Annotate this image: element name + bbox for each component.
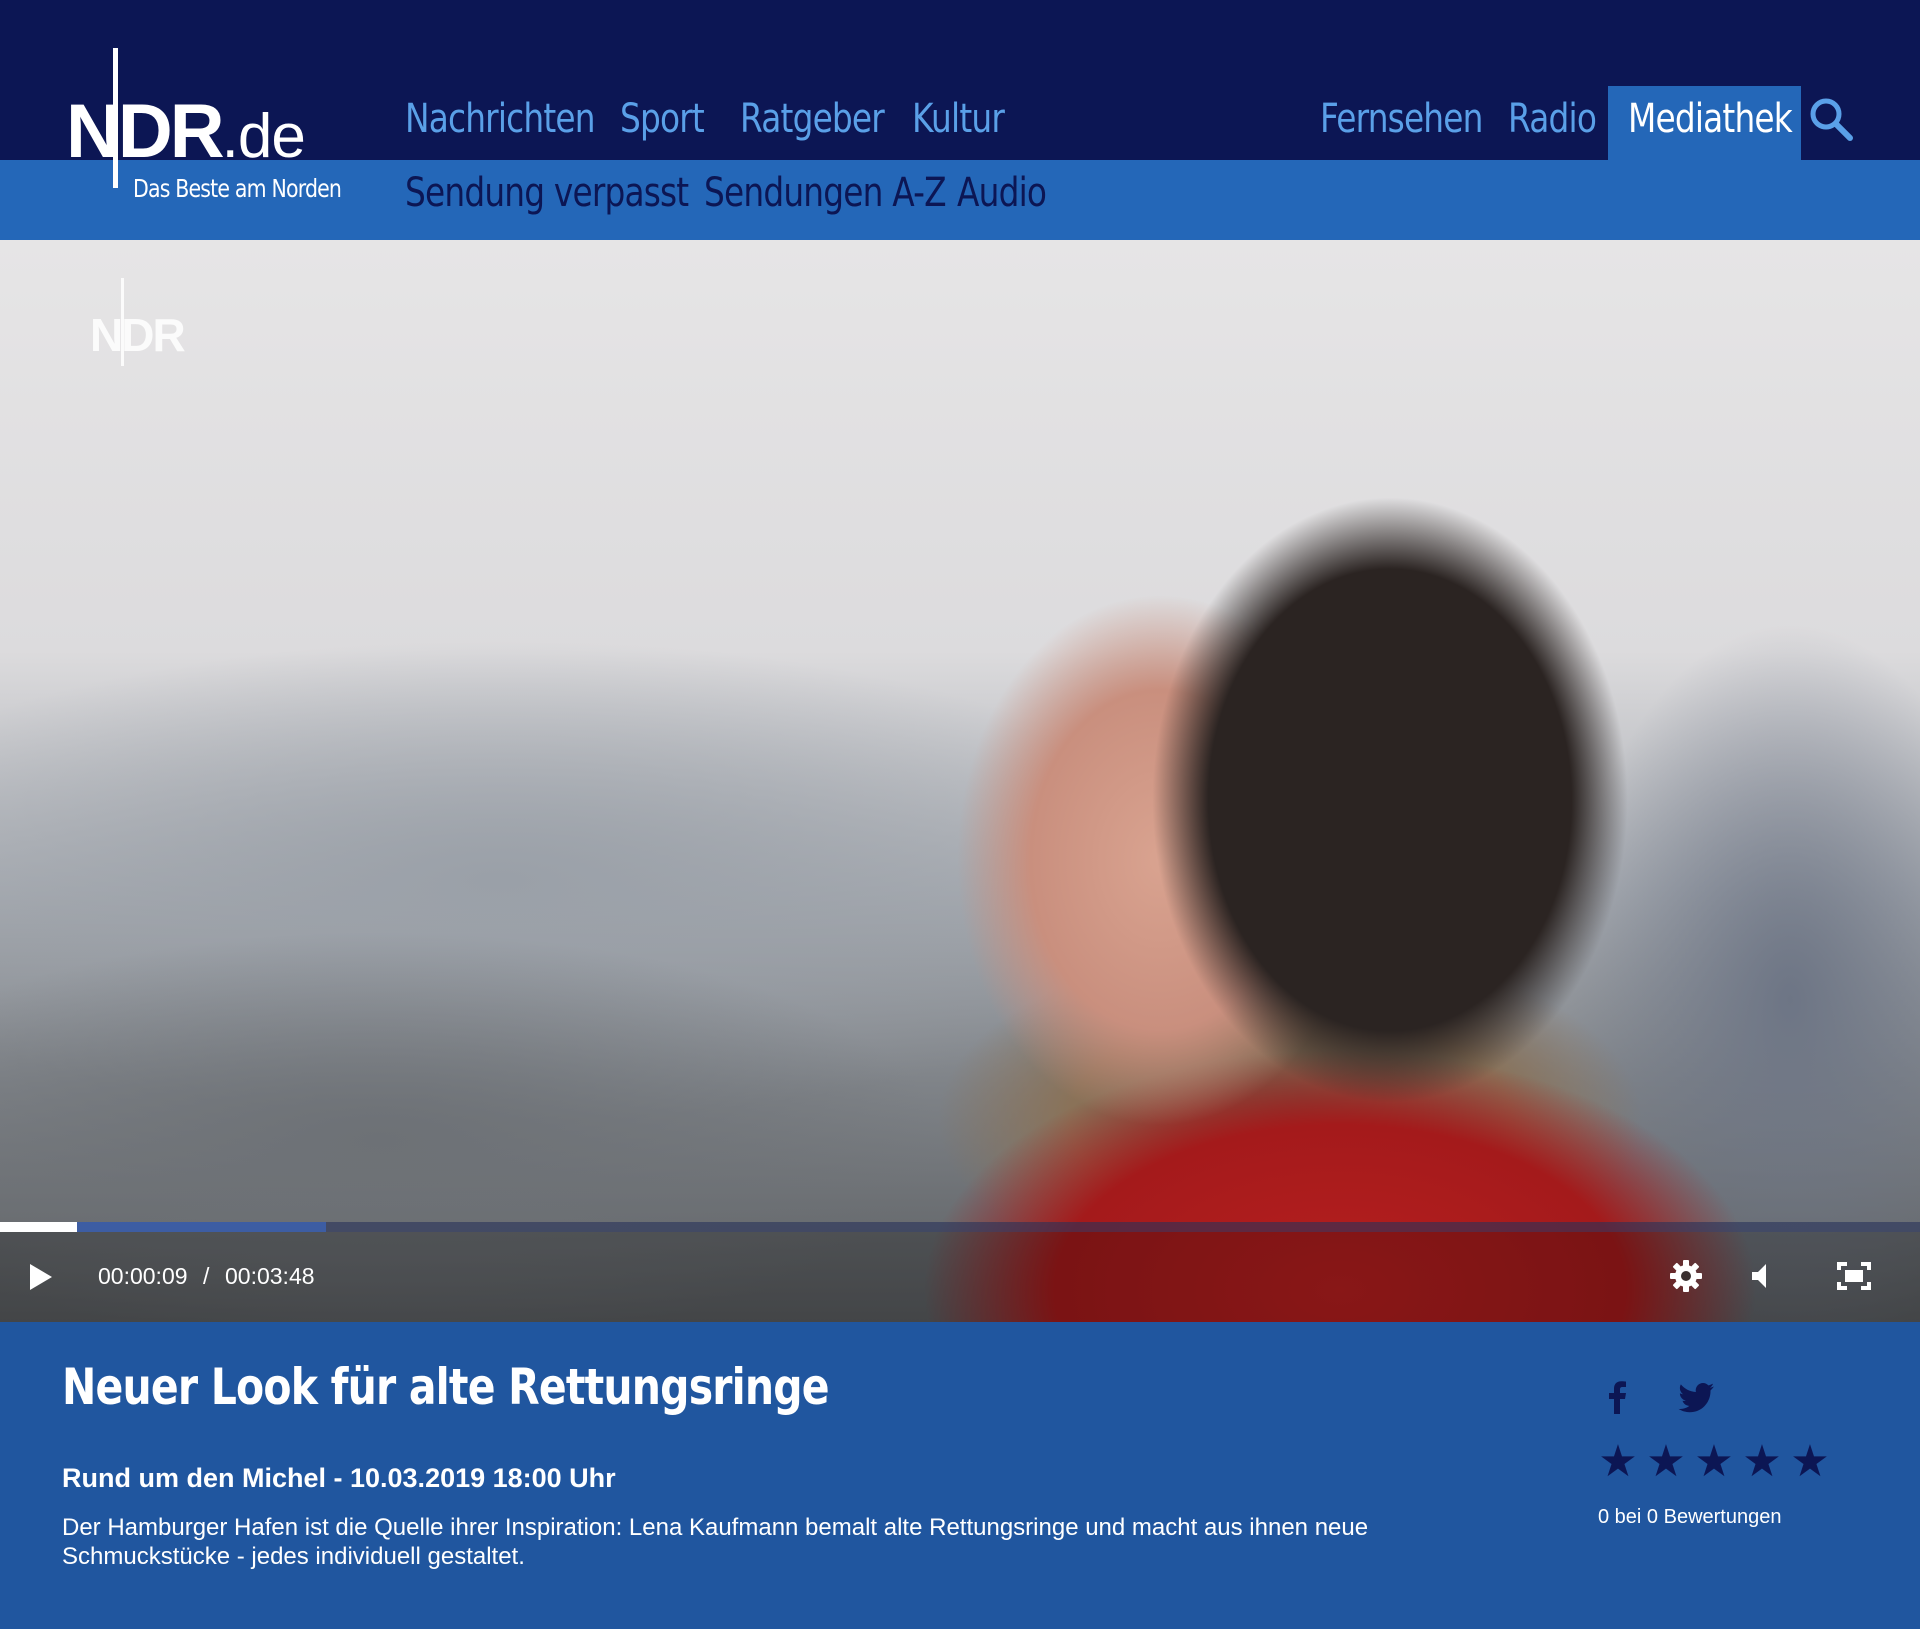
star-icon-4[interactable]: ★ <box>1742 1440 1782 1484</box>
nav-item-mediathek-active[interactable]: Mediathek <box>1608 86 1801 160</box>
sub-nav-audio[interactable]: Audio <box>957 170 1047 216</box>
video-description: Der Hamburger Hafen ist die Quelle ihrer… <box>62 1514 1369 1570</box>
logo-claim: Das Beste am Norden <box>133 174 342 203</box>
sub-nav-sendung-verpasst[interactable]: Sendung verpasst <box>405 170 689 216</box>
sub-nav-sendungen-a-z[interactable]: Sendungen A-Z <box>704 170 947 216</box>
fullscreen-icon[interactable] <box>1836 1258 1872 1294</box>
broadcast-info: Rund um den Michel - 10.03.2019 18:00 Uh… <box>62 1463 616 1493</box>
video-watermark: NDR <box>90 309 186 361</box>
rating-stars: ★ ★ ★ ★ ★ <box>1598 1440 1838 1484</box>
nav-item-mediathek-label: Mediathek <box>1628 96 1793 142</box>
facebook-icon[interactable] <box>1598 1378 1638 1418</box>
nav-item-kultur[interactable]: Kultur <box>912 96 1005 142</box>
nav-item-nachrichten[interactable]: Nachrichten <box>405 96 596 142</box>
star-icon-1[interactable]: ★ <box>1598 1440 1638 1484</box>
nav-item-ratgeber[interactable]: Ratgeber <box>740 96 885 142</box>
ndr-logo[interactable]: NDR.de Das Beste am Norden <box>62 48 362 208</box>
time-current: 00:00:09 <box>98 1263 188 1289</box>
volume-icon[interactable] <box>1746 1258 1782 1294</box>
rating-summary: 0 bei 0 Bewertungen <box>1598 1506 1782 1528</box>
nav-item-radio[interactable]: Radio <box>1508 96 1597 142</box>
play-icon[interactable] <box>28 1262 54 1292</box>
nav-item-fernsehen[interactable]: Fernsehen <box>1320 96 1483 142</box>
nav-item-sport[interactable]: Sport <box>620 96 705 142</box>
video-title: Neuer Look für alte Rettungsringe <box>62 1358 830 1416</box>
time-total: 00:03:48 <box>225 1263 315 1289</box>
logo-wordmark: NDR.de <box>66 89 306 174</box>
star-icon-2[interactable]: ★ <box>1646 1440 1686 1484</box>
twitter-icon[interactable] <box>1676 1378 1716 1418</box>
search-icon[interactable] <box>1808 96 1854 142</box>
star-icon-5[interactable]: ★ <box>1790 1440 1830 1484</box>
star-icon-3[interactable]: ★ <box>1694 1440 1734 1484</box>
progress-played <box>0 1222 77 1232</box>
time-separator: / <box>203 1263 210 1289</box>
video-frame[interactable] <box>0 240 1920 1322</box>
gear-icon[interactable] <box>1668 1258 1704 1294</box>
